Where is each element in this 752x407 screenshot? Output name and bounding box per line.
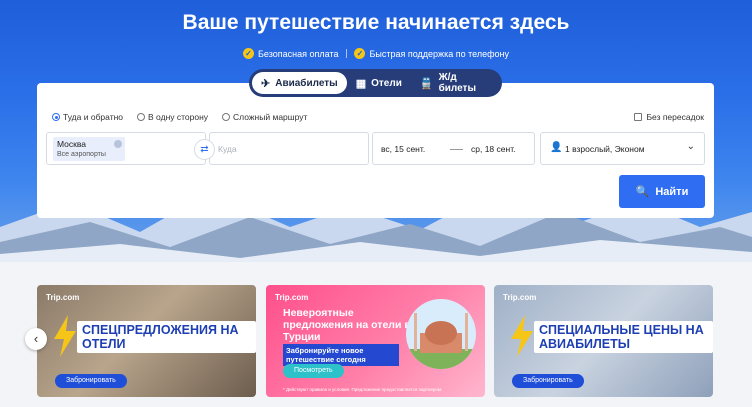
trust-badges: ✓ Безопасная оплата ✓ Быстрая поддержка … (0, 48, 752, 59)
hotel-icon: ▦ (355, 77, 367, 90)
hero-title: Ваше путешествие начинается здесь (182, 11, 570, 34)
brand-label: Trip.com (46, 293, 80, 302)
trip-type-multicity[interactable]: Сложный маршрут (222, 112, 307, 122)
trip-type-roundtrip[interactable]: Туда и обратно (52, 112, 123, 122)
badge-label: Безопасная оплата (258, 48, 339, 59)
clear-icon[interactable] (114, 140, 122, 148)
trip-type-oneway[interactable]: В одну сторону (137, 112, 208, 122)
tab-flights[interactable]: ✈ Авиабилеты (252, 72, 347, 94)
lightning-icon (54, 315, 76, 357)
nonstop-label: Без пересадок (646, 112, 704, 122)
brand-label: Trip.com (275, 293, 309, 302)
secure-payment-badge: ✓ Безопасная оплата (243, 48, 338, 59)
check-icon: ✓ (354, 48, 366, 59)
search-card: Туда и обратно В одну сторону Сложный ма… (37, 83, 714, 218)
promo-headline: СПЕЦИАЛЬНЫЕ ЦЕНЫ НА АВИАБИЛЕТЫ (534, 321, 713, 353)
from-city: Москва (57, 139, 87, 149)
plane-icon: ✈ (261, 77, 271, 90)
book-button[interactable]: Забронировать (55, 374, 127, 388)
chevron-left-icon: ‹ (33, 331, 39, 346)
carousel-prev-button[interactable]: ‹ (25, 328, 47, 350)
nonstop-checkbox[interactable]: Без пересадок (634, 112, 704, 122)
depart-date[interactable]: вс, 15 сент. (381, 144, 425, 154)
fine-print: * Действуют правила и условия. Предложен… (283, 387, 443, 392)
person-icon: 👤 (550, 142, 563, 153)
from-airports: Все аэропорты (57, 151, 106, 158)
divider (345, 49, 347, 59)
radio-icon (222, 113, 231, 121)
radio-label: Сложный маршрут (233, 112, 308, 122)
date-separator (450, 149, 463, 150)
from-city-chip: Москва Все аэропорты (53, 137, 125, 161)
check-icon: ✓ (243, 48, 255, 59)
view-button[interactable]: Посмотреть (283, 364, 344, 378)
promo-headline: СПЕЦПРЕДЛОЖЕНИЯ НА ОТЕЛИ (77, 321, 256, 353)
return-date[interactable]: ср, 18 сент. (471, 144, 516, 154)
to-field[interactable]: Куда (209, 132, 369, 165)
to-placeholder: Куда (218, 144, 237, 154)
search-button[interactable]: 🔍 Найти (619, 175, 705, 208)
radio-label: Туда и обратно (63, 112, 124, 122)
product-tabs: ✈ Авиабилеты ▦ Отели 🚆 Ж/д билеты (249, 69, 502, 97)
checkbox-icon (634, 113, 643, 121)
passengers-field[interactable]: 👤 1 взрослый, Эконом ⌄ (540, 132, 705, 165)
passengers-value: 1 взрослый, Эконом (565, 144, 645, 154)
lightning-icon (511, 315, 533, 357)
support-badge: ✓ Быстрая поддержка по телефону (354, 48, 509, 59)
book-button[interactable]: Забронировать (512, 374, 584, 388)
dates-field[interactable]: вс, 15 сент. ср, 18 сент. (372, 132, 535, 165)
promo-carousel: Trip.com СПЕЦПРЕДЛОЖЕНИЯ НА ОТЕЛИ Заброн… (0, 285, 752, 407)
trip-type-selector: Туда и обратно В одну сторону Сложный ма… (52, 112, 307, 122)
tab-label: Авиабилеты (275, 77, 338, 89)
tab-trains[interactable]: 🚆 Ж/д билеты (411, 72, 499, 94)
badge-label: Быстрая поддержка по телефону (369, 48, 509, 59)
search-button-label: Найти (655, 185, 689, 198)
promo-card-hotels[interactable]: Trip.com СПЕЦПРЕДЛОЖЕНИЯ НА ОТЕЛИ Заброн… (37, 285, 256, 397)
tab-hotels[interactable]: ▦ Отели (347, 72, 411, 94)
radio-selected-icon (52, 113, 60, 121)
promo-card-turkey[interactable]: Trip.com Невероятные предложения на отел… (266, 285, 485, 397)
brand-label: Trip.com (503, 293, 537, 302)
swap-icon[interactable]: ⇄ (194, 139, 215, 160)
chevron-down-icon: ⌄ (686, 141, 695, 152)
search-icon: 🔍 (635, 186, 650, 198)
tab-label: Отели (371, 77, 402, 89)
promo-card-flights[interactable]: Trip.com СПЕЦИАЛЬНЫЕ ЦЕНЫ НА АВИАБИЛЕТЫ … (494, 285, 713, 397)
radio-label: В одну сторону (148, 112, 209, 122)
promo-title: Невероятные предложения на отели в Турци… (283, 307, 411, 343)
from-field[interactable]: Москва Все аэропорты (46, 132, 206, 165)
mosque-image (406, 299, 476, 369)
train-icon: 🚆 (419, 77, 434, 90)
tab-label: Ж/д билеты (438, 72, 476, 94)
promo-subtitle: Забронируйте новое путешествие сегодня (283, 344, 399, 366)
radio-icon (137, 113, 146, 121)
